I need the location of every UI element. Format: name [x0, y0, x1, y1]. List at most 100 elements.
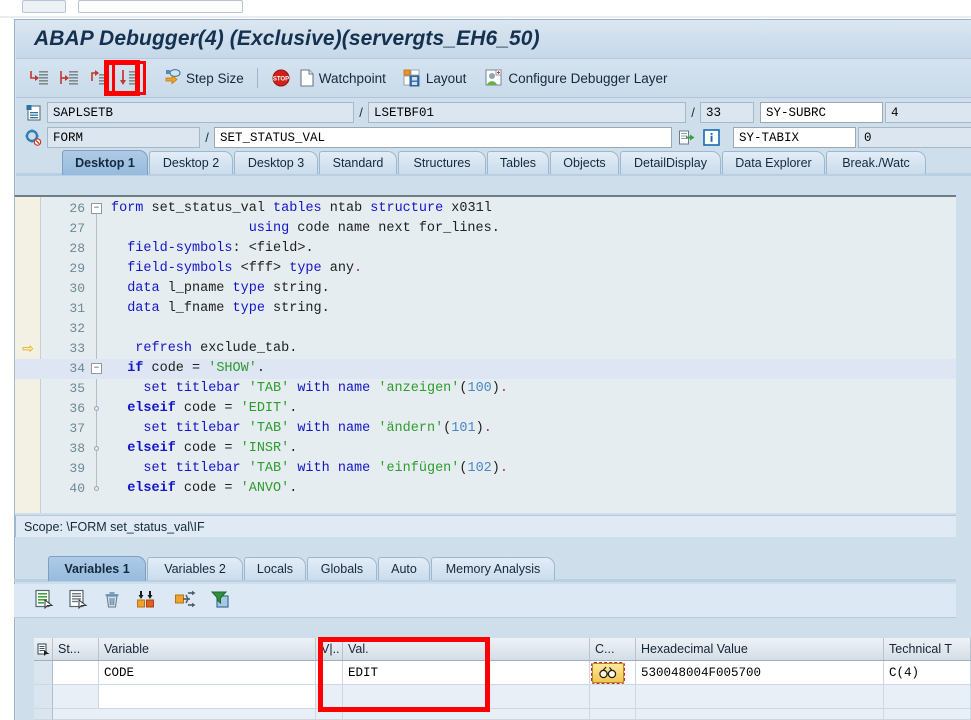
cell-technical-type[interactable]: C(4) — [884, 661, 971, 685]
code-line-number: 38 — [69, 441, 85, 456]
layout-button[interactable]: Layout — [398, 63, 471, 93]
code-line[interactable]: 37 set titlebar 'TAB' with name 'ändern'(… — [15, 419, 956, 439]
display-variable-button[interactable] — [34, 589, 54, 612]
step-size-icon — [165, 69, 181, 85]
table-row[interactable]: CODE EDIT 530048004F005700 C(4) — [34, 661, 971, 685]
tab-globals[interactable]: Globals — [307, 557, 377, 580]
tab-auto[interactable]: Auto — [378, 557, 430, 580]
row-selector[interactable] — [34, 685, 53, 709]
v-header[interactable]: V|.. — [316, 638, 343, 660]
cell-c[interactable] — [590, 709, 636, 720]
code-viewer[interactable]: 26− form set_status_val tables ntab struc… — [14, 195, 956, 513]
fold-toggle-icon[interactable]: − — [91, 203, 102, 214]
filter-icon — [210, 591, 229, 608]
row-selector[interactable] — [34, 709, 53, 720]
scope-text: Scope: \FORM set_status_val\IF — [24, 519, 205, 534]
technical-type-header[interactable]: Technical T — [884, 638, 971, 660]
tab-locals[interactable]: Locals — [244, 557, 306, 580]
cell-c[interactable] — [590, 685, 636, 709]
event-name-field[interactable]: SET_STATUS_VAL — [214, 127, 672, 148]
c-header[interactable]: C... — [590, 638, 636, 660]
hex-value-header[interactable]: Hexadecimal Value — [636, 638, 884, 660]
code-line[interactable]: 32 — [15, 319, 956, 339]
cell-status[interactable] — [53, 709, 316, 720]
select-all-header[interactable] — [34, 638, 53, 660]
tab-variables-1[interactable]: Variables 1 — [48, 556, 146, 581]
code-line[interactable]: 26− form set_status_val tables ntab struc… — [15, 199, 956, 219]
code-line[interactable]: 28 field-symbols: <field>. — [15, 239, 956, 259]
code-line[interactable]: 34− if code = 'SHOW'. — [15, 359, 956, 379]
code-line[interactable]: 39 set titlebar 'TAB' with name 'einfügen… — [15, 459, 956, 479]
sy-subrc-value-field[interactable]: 4 — [885, 102, 971, 123]
cell-c[interactable] — [590, 661, 636, 685]
step-size-button[interactable]: Step Size — [158, 63, 248, 93]
binoculars-icon[interactable] — [591, 661, 625, 684]
code-line[interactable]: 36 elseif code = 'EDIT'. — [15, 399, 956, 419]
insert-variables-button[interactable] — [136, 589, 160, 612]
cell-hex[interactable]: 530048004F005700 — [636, 661, 884, 685]
cell-technical-type[interactable] — [884, 685, 971, 709]
code-line[interactable]: 40 elseif code = 'ANVO'. — [15, 479, 956, 499]
row-selector[interactable] — [34, 661, 53, 685]
code-line[interactable]: ⇨ 33 refresh exclude_tab. — [15, 339, 956, 359]
table-row[interactable] — [34, 685, 971, 709]
code-line[interactable]: 35 set titlebar 'TAB' with name 'anzeigen… — [15, 379, 956, 399]
info-icon[interactable] — [701, 129, 721, 146]
stop-button[interactable]: STOP — [267, 63, 295, 93]
configure-debugger-layer-button[interactable]: Configure Debugger Layer — [480, 63, 671, 93]
cell-technical-type[interactable] — [884, 709, 971, 720]
cell-variable[interactable]: CODE — [99, 661, 316, 685]
variable-header[interactable]: Variable — [99, 638, 316, 660]
layout-label: Layout — [425, 70, 467, 86]
goto-icon[interactable] — [677, 129, 697, 147]
cell-status[interactable] — [53, 661, 99, 685]
step-over-button[interactable] — [54, 63, 84, 93]
cell-value[interactable] — [343, 685, 590, 709]
cell-value[interactable] — [343, 709, 590, 720]
cell-v[interactable] — [316, 661, 343, 685]
cell-hex[interactable] — [636, 685, 884, 709]
code-line-text: data l_pname type string. — [127, 281, 330, 296]
status-header[interactable]: St... — [53, 638, 99, 660]
tab-memory-analysis[interactable]: Memory Analysis — [431, 557, 555, 580]
code-line[interactable]: 27 using code name next for_lines. — [15, 219, 956, 239]
document-icon — [300, 69, 314, 87]
variables-grid-header: St... Variable V|.. Val. C... Hexadecima… — [34, 638, 971, 661]
fold-toggle-icon[interactable]: − — [91, 363, 102, 374]
watchpoint-button[interactable]: Watchpoint — [295, 63, 390, 93]
transfer-variable-button[interactable] — [174, 589, 196, 612]
program-name-field[interactable]: SAPLSETB — [47, 102, 354, 123]
cell-hex[interactable] — [636, 709, 884, 720]
abap-debugger-window: ABAP Debugger(4) (Exclusive)(servergts_E… — [0, 0, 971, 720]
partial-command-field[interactable] — [78, 0, 243, 13]
change-variable-button[interactable] — [68, 589, 88, 612]
code-line-text: set titlebar 'TAB' with name 'anzeigen'(… — [143, 381, 509, 396]
code-line[interactable]: 31 data l_fname type string. — [15, 299, 956, 319]
table-row[interactable] — [34, 709, 971, 720]
code-line[interactable]: 30 data l_pname type string. — [15, 279, 956, 299]
continue-button[interactable] — [112, 61, 146, 95]
step-return-button[interactable] — [84, 63, 114, 93]
code-line[interactable]: 29 field-symbols <fff> type any. — [15, 259, 956, 279]
cell-v[interactable] — [316, 709, 343, 720]
variables-grid[interactable]: St... Variable V|.. Val. C... Hexadecima… — [34, 638, 971, 720]
code-line[interactable]: 38 elseif code = 'INSR'. — [15, 439, 956, 459]
line-number-field[interactable]: 33 — [700, 102, 754, 123]
sy-tabix-label-field[interactable]: SY-TABIX — [733, 127, 856, 148]
event-type-field[interactable]: FORM — [47, 127, 200, 148]
value-header[interactable]: Val. — [343, 638, 590, 660]
cell-value[interactable]: EDIT — [343, 661, 590, 685]
delete-variable-button[interactable] — [102, 589, 122, 612]
step-into-button[interactable] — [24, 63, 54, 93]
sy-subrc-label-field[interactable]: SY-SUBRC — [760, 102, 883, 123]
partial-button[interactable] — [22, 0, 66, 13]
scope-bar: Scope: \FORM set_status_val\IF — [14, 515, 956, 537]
filter-button[interactable] — [210, 589, 232, 612]
cell-v[interactable] — [316, 685, 343, 709]
sy-tabix-value-field[interactable]: 0 — [858, 127, 971, 148]
code-line-number: 27 — [69, 221, 85, 236]
tab-variables-2[interactable]: Variables 2 — [147, 557, 243, 580]
cell-variable[interactable] — [99, 685, 316, 709]
cell-status[interactable] — [53, 685, 99, 709]
include-name-field[interactable]: LSETBF01 — [368, 102, 686, 123]
